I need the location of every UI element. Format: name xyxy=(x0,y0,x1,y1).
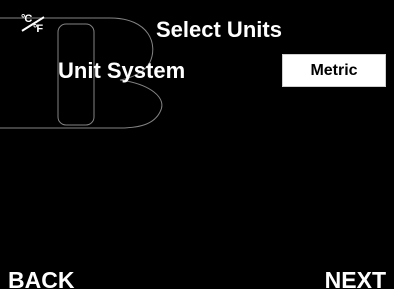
units-toggle-icon: °C °F xyxy=(18,12,48,38)
page-title: Select Units xyxy=(156,17,282,42)
unit-system-value-button[interactable]: Metric xyxy=(282,54,386,87)
fahrenheit-glyph: °F xyxy=(33,23,43,35)
device-screen: °C °F Select Units Unit System Metric BA… xyxy=(0,0,394,289)
back-button[interactable]: BACK xyxy=(8,266,74,289)
next-button[interactable]: NEXT xyxy=(325,266,386,289)
unit-system-label: Unit System xyxy=(58,58,186,83)
